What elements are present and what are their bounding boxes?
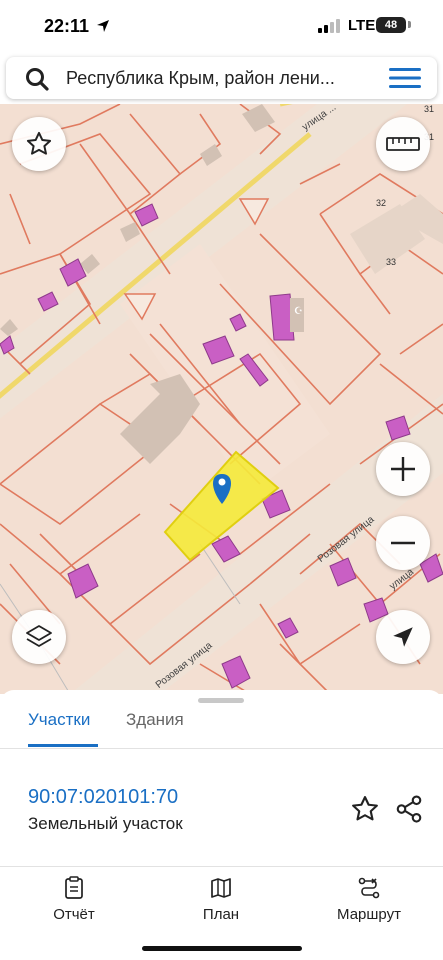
building-grey bbox=[200, 144, 222, 166]
my-location-button[interactable] bbox=[376, 610, 430, 664]
zoom-out-button[interactable] bbox=[376, 516, 430, 570]
nav-plan[interactable]: План bbox=[171, 876, 271, 923]
cadastral-map[interactable]: ☪ 31 31 32 33 улица ... Розовая улица Ро… bbox=[0, 104, 443, 694]
nav-report-label: Отчёт bbox=[53, 906, 95, 923]
nav-report[interactable]: Отчёт bbox=[24, 876, 124, 923]
menu-icon[interactable] bbox=[389, 67, 421, 89]
status-bar: 22:11 LTE 48 bbox=[0, 0, 443, 54]
zoom-in-button[interactable] bbox=[376, 442, 430, 496]
building bbox=[67, 563, 99, 599]
building-grey bbox=[120, 374, 200, 464]
search-icon[interactable] bbox=[24, 66, 50, 92]
status-time: 22:11 bbox=[44, 16, 90, 36]
building-grey bbox=[0, 319, 18, 336]
tab-buildings[interactable]: Здания bbox=[126, 710, 184, 730]
sheet-drag-handle[interactable] bbox=[198, 698, 244, 703]
tab-parcels[interactable]: Участки bbox=[28, 710, 90, 730]
house-number: 33 bbox=[386, 257, 397, 267]
active-tab-indicator bbox=[28, 744, 98, 747]
signal-icon bbox=[318, 19, 340, 33]
battery-tip bbox=[408, 21, 411, 28]
share-icon[interactable] bbox=[394, 794, 424, 824]
plus-icon bbox=[391, 457, 415, 481]
cadastral-number-link[interactable]: 90:07:020101:70 bbox=[28, 786, 178, 809]
home-indicator[interactable] bbox=[142, 946, 302, 951]
info-sheet: Участки Здания 90:07:020101:70 Земельный… bbox=[0, 690, 443, 960]
favorite-star-icon[interactable] bbox=[350, 794, 380, 824]
divider bbox=[0, 866, 443, 867]
route-icon bbox=[358, 877, 380, 899]
building bbox=[221, 655, 251, 689]
layers-button[interactable] bbox=[12, 610, 66, 664]
divider bbox=[0, 748, 443, 749]
house-number: 31 bbox=[424, 104, 435, 114]
battery-icon: 48 bbox=[376, 17, 406, 33]
search-input[interactable]: Республика Крым, район лени... bbox=[66, 68, 376, 89]
ruler-icon bbox=[386, 137, 420, 151]
star-icon bbox=[26, 131, 52, 155]
building bbox=[329, 557, 357, 587]
navigation-arrow-icon bbox=[393, 627, 413, 647]
minus-icon bbox=[391, 541, 415, 545]
nav-route[interactable]: Маршрут bbox=[319, 876, 419, 923]
object-type: Земельный участок bbox=[28, 814, 183, 833]
report-icon bbox=[65, 876, 83, 899]
building-grey bbox=[242, 104, 275, 132]
nav-route-label: Маршрут bbox=[337, 906, 401, 923]
nav-plan-label: План bbox=[202, 906, 240, 923]
layers-icon bbox=[26, 625, 52, 647]
building bbox=[211, 535, 241, 563]
search-bar[interactable]: Республика Крым, район лени... bbox=[6, 57, 437, 99]
favorite-map-button[interactable] bbox=[12, 117, 66, 171]
location-arrow-icon bbox=[97, 20, 109, 32]
map-plan-icon bbox=[211, 878, 231, 898]
ruler-button[interactable] bbox=[376, 117, 430, 171]
network-type: LTE bbox=[348, 17, 376, 34]
map-canvas[interactable]: ☪ bbox=[0, 104, 443, 694]
crescent-icon: ☪ bbox=[294, 306, 303, 317]
house-number: 32 bbox=[376, 198, 387, 208]
